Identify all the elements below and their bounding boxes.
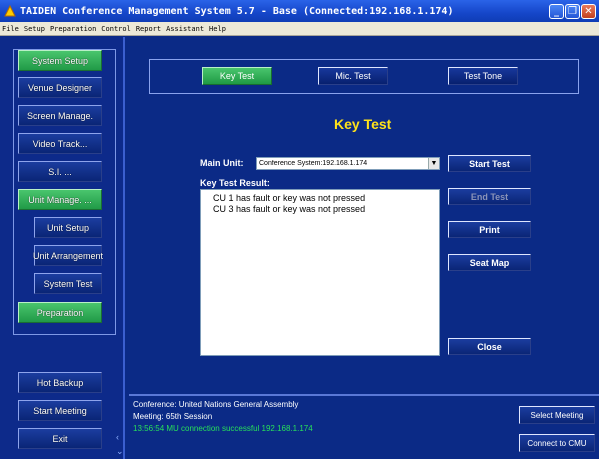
sidebar-item-system-setup[interactable]: System Setup — [18, 50, 102, 71]
hot-backup-button[interactable]: Hot Backup — [18, 372, 102, 393]
main-unit-label: Main Unit: — [200, 158, 244, 168]
connect-cmu-button[interactable]: Connect to CMU — [519, 434, 595, 452]
app-logo-icon — [4, 5, 16, 17]
window-title: TAIDEN Conference Management System 5.7 … — [20, 5, 454, 17]
start-meeting-button[interactable]: Start Meeting — [18, 400, 102, 421]
seat-map-button[interactable]: Seat Map — [448, 254, 531, 271]
close-icon[interactable]: ✕ — [581, 3, 596, 19]
print-button[interactable]: Print — [448, 221, 531, 238]
menu-control[interactable]: Control — [101, 25, 131, 33]
end-test-button[interactable]: End Test — [448, 188, 531, 205]
menu-preparation[interactable]: Preparation — [50, 25, 96, 33]
sidebar-item-unit-setup[interactable]: Unit Setup — [34, 217, 102, 238]
list-item: CU 1 has fault or key was not pressed — [213, 193, 366, 203]
sidebar-item-video-track[interactable]: Video Track... — [18, 133, 102, 154]
collapse-left-icon[interactable]: ‹ — [116, 432, 119, 442]
meeting-name: Meeting: 65th Session — [133, 412, 213, 421]
menu-bar: File Setup Preparation Control Report As… — [0, 22, 599, 36]
key-test-result-list[interactable]: CU 1 has fault or key was not pressed CU… — [200, 189, 440, 356]
list-item: CU 3 has fault or key was not pressed — [213, 204, 366, 214]
main-unit-value: Conference System:192.168.1.174 — [259, 160, 368, 167]
tab-test-tone[interactable]: Test Tone — [448, 67, 518, 85]
restore-icon[interactable]: ❐ — [565, 3, 580, 19]
main-panel: Key Test Mic. Test Test Tone Key Test Ma… — [129, 37, 599, 394]
sidebar-item-unit-arrangement[interactable]: Unit Arrangement — [33, 245, 103, 266]
key-test-result-label: Key Test Result: — [200, 178, 270, 188]
page-title: Key Test — [334, 116, 392, 132]
menu-help[interactable]: Help — [209, 25, 226, 33]
title-bar: TAIDEN Conference Management System 5.7 … — [0, 0, 599, 22]
test-tabs: Key Test Mic. Test Test Tone — [149, 59, 579, 94]
sidebar-item-si[interactable]: S.I. ... — [18, 161, 102, 182]
sidebar-item-screen-manage[interactable]: Screen Manage. — [18, 105, 102, 126]
tab-key-test[interactable]: Key Test — [202, 67, 272, 85]
menu-file[interactable]: File — [2, 25, 19, 33]
sidebar-item-preparation[interactable]: Preparation — [18, 302, 102, 323]
minimize-icon[interactable]: _ — [549, 3, 564, 19]
chevron-down-icon[interactable]: ▼ — [428, 158, 439, 169]
menu-setup[interactable]: Setup — [24, 25, 45, 33]
start-test-button[interactable]: Start Test — [448, 155, 531, 172]
tab-mic-test[interactable]: Mic. Test — [318, 67, 388, 85]
sidebar-item-unit-manage[interactable]: Unit Manage. ... — [18, 189, 102, 210]
menu-report[interactable]: Report — [136, 25, 161, 33]
select-meeting-button[interactable]: Select Meeting — [519, 406, 595, 424]
sidebar-item-system-test[interactable]: System Test — [34, 273, 102, 294]
sidebar: System Setup Venue Designer Screen Manag… — [0, 37, 125, 459]
sidebar-item-venue-designer[interactable]: Venue Designer — [18, 77, 102, 98]
close-button[interactable]: Close — [448, 338, 531, 355]
status-bar: Conference: United Nations General Assem… — [129, 394, 599, 459]
menu-assistant[interactable]: Assistant — [166, 25, 204, 33]
exit-button[interactable]: Exit — [18, 428, 102, 449]
conference-name: Conference: United Nations General Assem… — [133, 400, 299, 409]
main-unit-select[interactable]: Conference System:192.168.1.174 ▼ — [256, 157, 440, 170]
chevron-down-icon[interactable]: ⌄ — [116, 446, 124, 457]
status-log: 13:56:54 MU connection successful 192.16… — [133, 424, 313, 433]
